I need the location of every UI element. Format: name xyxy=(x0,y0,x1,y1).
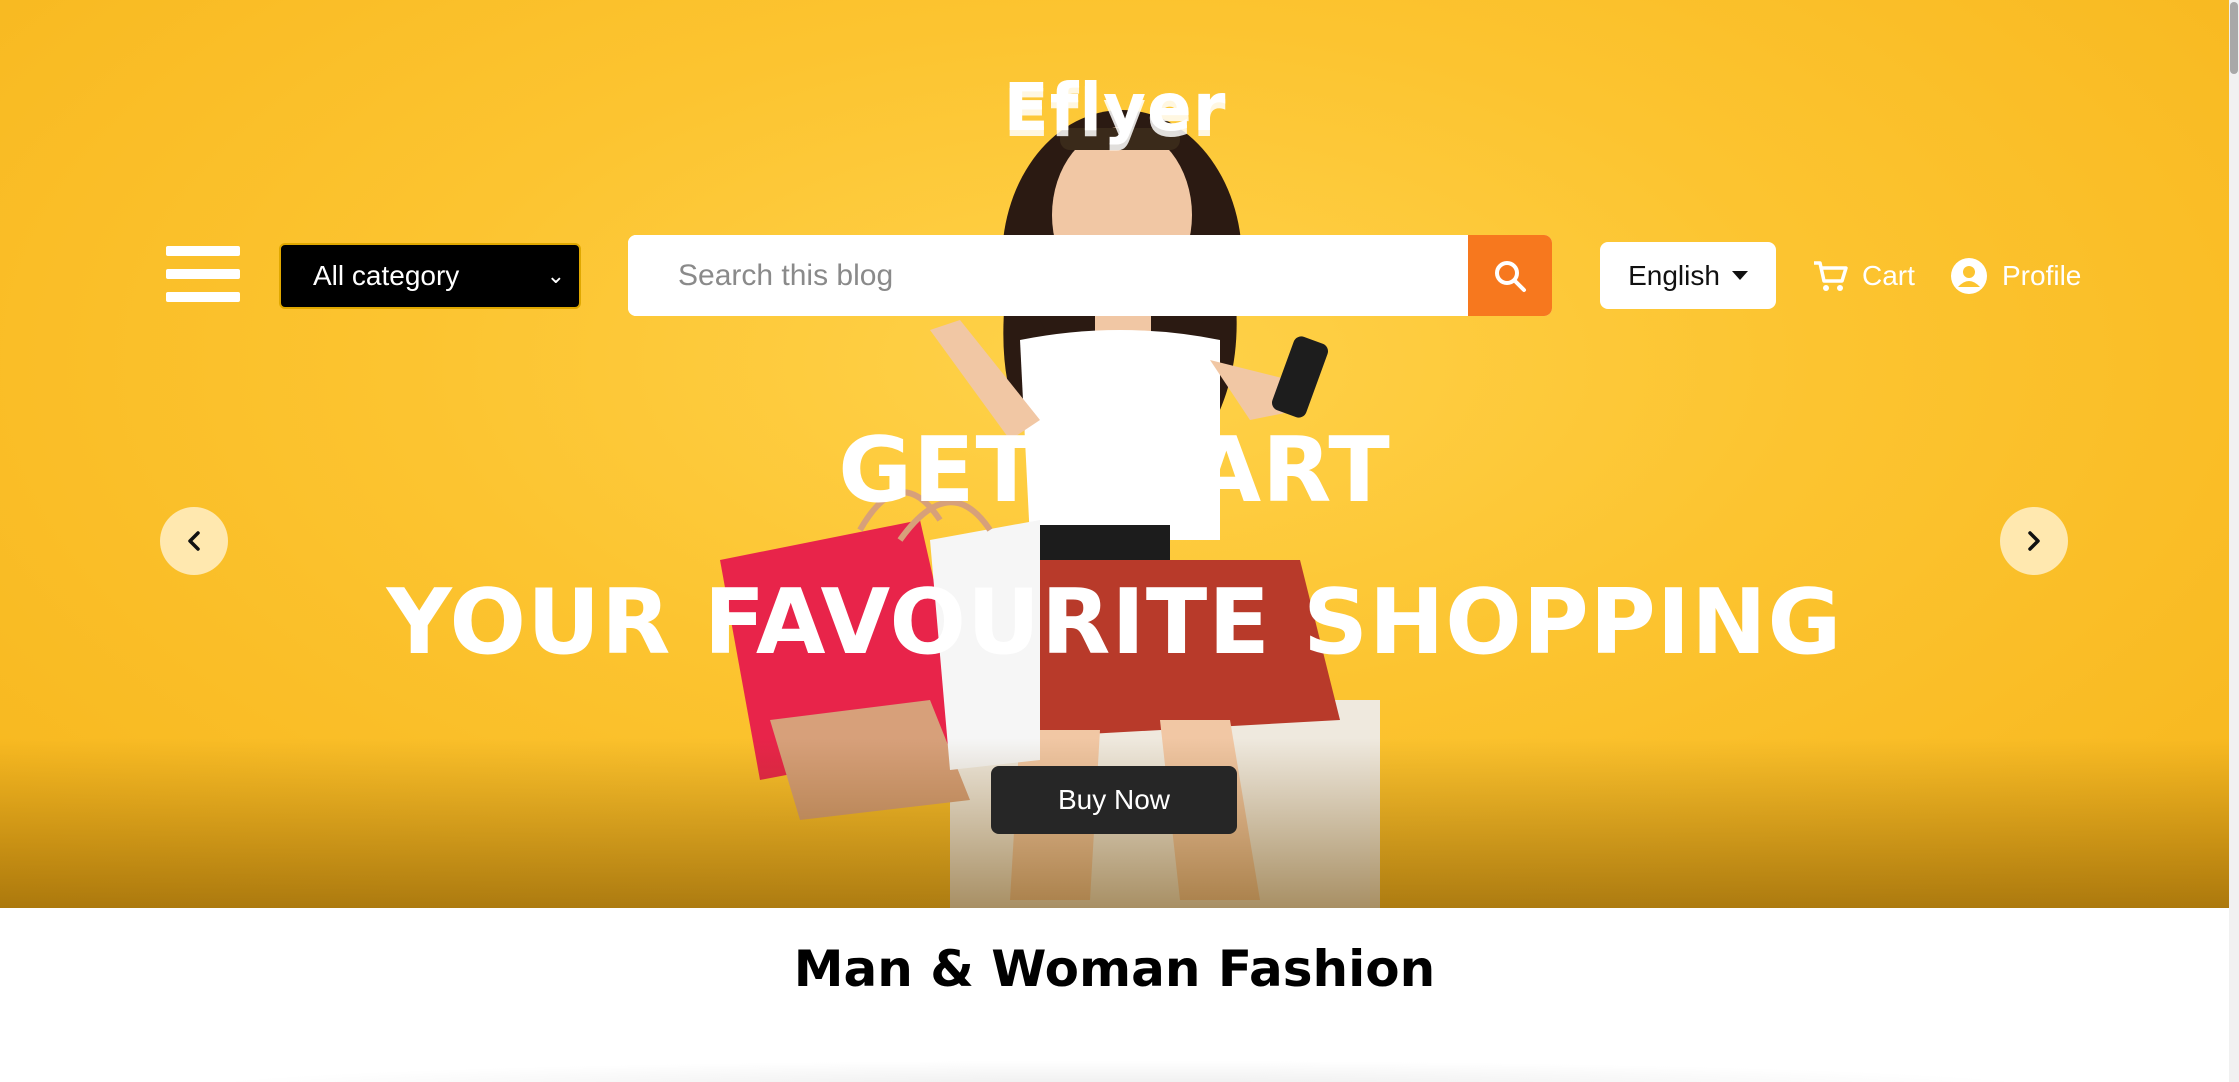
chevron-right-icon xyxy=(2028,531,2040,551)
hero-headline-line2: YOUR FAVOURITE SHOPPING xyxy=(386,570,1843,675)
carousel-prev-button[interactable] xyxy=(160,507,228,575)
search-button[interactable] xyxy=(1468,235,1552,316)
brand-logo[interactable]: Eflyer xyxy=(1000,68,1230,148)
user-circle-icon xyxy=(1951,258,1987,294)
profile-link[interactable]: Profile xyxy=(1950,252,2081,300)
search-bar xyxy=(628,235,1552,316)
category-select[interactable]: All category ⌄ xyxy=(279,243,581,309)
section-title: Man & Woman Fashion xyxy=(793,940,1436,998)
scrollbar-thumb[interactable] xyxy=(2230,2,2238,74)
page-scrollbar[interactable] xyxy=(2229,0,2239,1082)
category-select-value: All category xyxy=(313,260,460,291)
cart-icon xyxy=(1814,261,1848,291)
hero-headline-line1: GET START xyxy=(838,418,1391,523)
product-cards-edge xyxy=(160,1060,2080,1082)
menu-icon[interactable] xyxy=(166,246,240,302)
search-input[interactable] xyxy=(628,235,1468,316)
chevron-down-icon: ⌄ xyxy=(546,263,565,288)
buy-now-button[interactable]: Buy Now xyxy=(991,766,1237,834)
cart-label: Cart xyxy=(1862,260,1915,291)
profile-label: Profile xyxy=(2002,260,2082,291)
search-icon xyxy=(1495,260,1526,292)
caret-down-icon xyxy=(1731,271,1748,280)
chevron-left-icon xyxy=(188,531,200,551)
language-label: English xyxy=(1628,259,1720,291)
cart-link[interactable]: Cart xyxy=(1812,252,1915,300)
language-dropdown[interactable]: English xyxy=(1600,242,1776,309)
hero-banner: Eflyer All category ⌄ English Cart xyxy=(0,0,2229,908)
carousel-next-button[interactable] xyxy=(2000,507,2068,575)
